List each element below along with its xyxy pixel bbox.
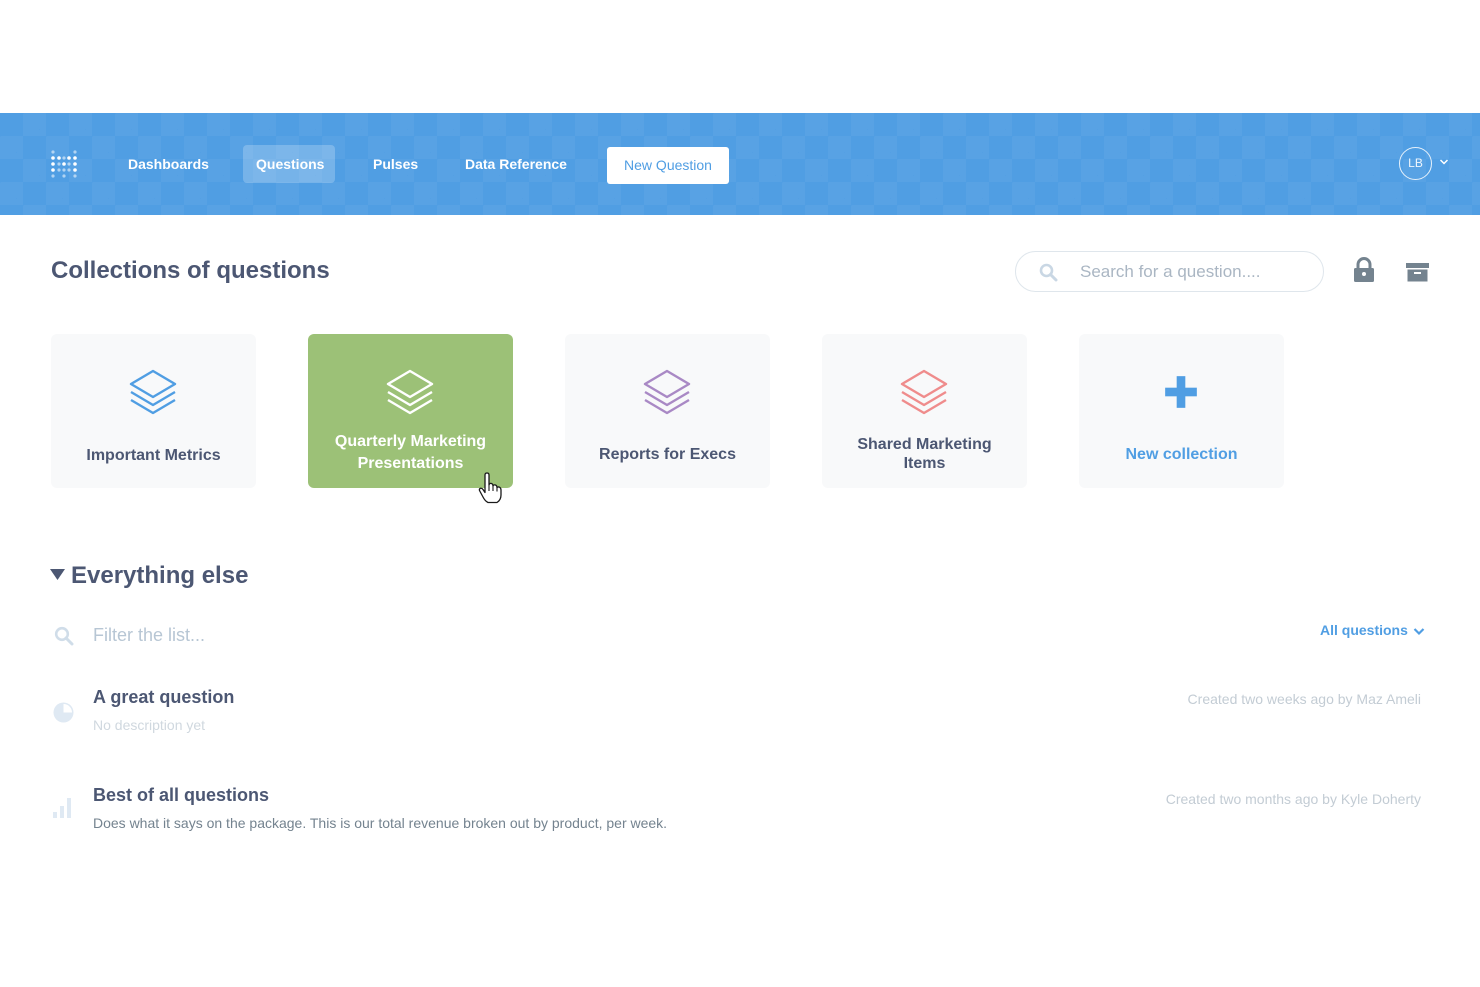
collection-card-label-line2: Items bbox=[903, 455, 946, 472]
collection-card-label: Quarterly Marketing Presentations bbox=[318, 431, 503, 475]
page-title: Collections of questions bbox=[51, 257, 330, 284]
nav-link-pulses[interactable]: Pulses bbox=[360, 145, 431, 183]
search-placeholder: Search for a question.... bbox=[1080, 262, 1261, 281]
top-navbar: Dashboards Questions Pulses Data Referen… bbox=[0, 113, 1480, 215]
filter-input[interactable]: Filter the list... bbox=[93, 625, 205, 646]
bar-chart-icon bbox=[53, 798, 71, 818]
collection-card-label: Shared Marketing Items bbox=[832, 435, 1017, 473]
question-meta: Created two weeks ago by Maz Ameli bbox=[1187, 691, 1421, 707]
question-description: No description yet bbox=[93, 717, 206, 733]
new-question-button[interactable]: New Question bbox=[607, 147, 729, 184]
collection-card-label: Reports for Execs bbox=[599, 446, 736, 463]
hand-cursor-icon bbox=[478, 472, 502, 504]
pie-chart-icon bbox=[53, 702, 74, 723]
chevron-down-icon[interactable] bbox=[1439, 158, 1449, 166]
question-title[interactable]: Best of all questions bbox=[93, 785, 269, 806]
nav-link-dashboards[interactable]: Dashboards bbox=[115, 145, 222, 183]
collection-card-reports-for-execs[interactable]: Reports for Execs bbox=[565, 334, 770, 488]
collection-card-label-line1: Quarterly Marketing bbox=[334, 433, 487, 450]
collapse-triangle-icon[interactable] bbox=[50, 569, 65, 581]
collection-card-label: Important Metrics bbox=[86, 447, 221, 464]
plus-icon bbox=[1165, 376, 1197, 408]
collection-card-label-line2: Presentations bbox=[357, 455, 464, 472]
new-collection-card[interactable]: New collection bbox=[1079, 334, 1284, 488]
lock-icon[interactable] bbox=[1353, 257, 1375, 283]
search-icon bbox=[1039, 263, 1058, 282]
stack-icon bbox=[643, 369, 691, 415]
section-title: Everything else bbox=[71, 562, 249, 589]
search-icon bbox=[54, 626, 74, 646]
stack-icon bbox=[129, 369, 177, 415]
stack-icon bbox=[900, 369, 948, 415]
nav-link-questions[interactable]: Questions bbox=[243, 145, 335, 183]
new-collection-label: New collection bbox=[1125, 446, 1238, 463]
archive-icon[interactable] bbox=[1406, 263, 1429, 282]
question-meta: Created two months ago by Kyle Doherty bbox=[1165, 791, 1421, 807]
nav-link-data-reference[interactable]: Data Reference bbox=[452, 145, 580, 183]
chevron-down-icon[interactable] bbox=[1413, 627, 1425, 636]
stack-icon bbox=[386, 369, 434, 415]
user-avatar[interactable]: LB bbox=[1399, 147, 1432, 180]
question-description: Does what it says on the package. This i… bbox=[93, 815, 668, 831]
search-input[interactable]: Search for a question.... bbox=[1015, 251, 1324, 292]
metabase-logo-icon[interactable] bbox=[50, 149, 78, 179]
collection-card-important-metrics[interactable]: Important Metrics bbox=[51, 334, 256, 488]
collection-card-label-line1: Shared Marketing bbox=[857, 436, 992, 453]
collection-card-shared-marketing[interactable]: Shared Marketing Items bbox=[822, 334, 1027, 488]
question-title[interactable]: A great question bbox=[93, 687, 234, 708]
all-questions-dropdown[interactable]: All questions bbox=[1320, 622, 1408, 638]
collection-card-quarterly-marketing[interactable]: Quarterly Marketing Presentations bbox=[308, 334, 513, 488]
